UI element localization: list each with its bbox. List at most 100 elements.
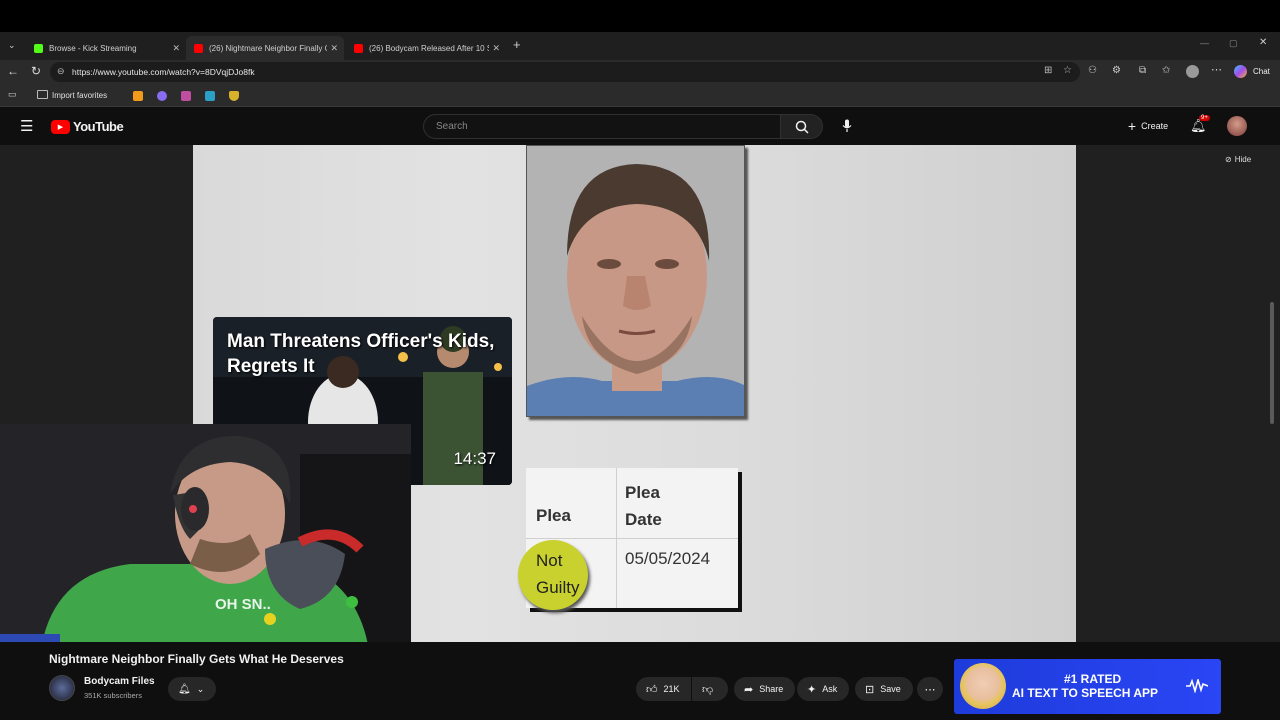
tab-nightmare-neighbor[interactable]: (26) Nightmare Neighbor Finally G ✕: [186, 36, 344, 60]
shirt-print: OH SN..: [215, 596, 271, 613]
hamburger-menu-icon[interactable]: ☰: [20, 117, 33, 135]
voice-search-button[interactable]: [836, 115, 858, 137]
minimize-icon[interactable]: —: [1200, 38, 1209, 48]
maximize-icon[interactable]: ▢: [1229, 38, 1238, 49]
app-available-icon[interactable]: ⊞: [1044, 65, 1052, 76]
share-button[interactable]: ➦ Share: [734, 677, 795, 701]
youtube-favicon-icon: [194, 43, 203, 53]
tab-kick[interactable]: Browse - Kick Streaming ✕: [26, 36, 186, 60]
bookmark-blue-icon[interactable]: [205, 91, 215, 101]
chevron-down-icon: ⌄: [196, 683, 205, 694]
refresh-icon[interactable]: ↻: [31, 64, 41, 78]
folder-icon: [37, 90, 48, 99]
youtube-header: ☰ ▶ YouTube Search + Create 🔔︎ 9+: [0, 108, 1280, 145]
notifications-button[interactable]: 🔔︎ 9+: [1190, 115, 1210, 135]
thumbs-down-icon: 👎︎: [702, 683, 714, 696]
url-text: https://www.youtube.com/watch?v=8DVqjDJo…: [72, 67, 255, 77]
bookmark-shield-icon[interactable]: [229, 91, 239, 101]
profile-avatar[interactable]: [1186, 65, 1199, 78]
import-favorites-link[interactable]: Import favorites: [52, 91, 107, 100]
subscribe-notification-button[interactable]: 🔔︎ ⌄: [168, 677, 216, 701]
cell-plea-value: Not Guilty: [536, 551, 580, 597]
back-icon[interactable]: ←: [7, 64, 19, 78]
like-count: 21K: [663, 684, 680, 694]
url-field[interactable]: ⊖ https://www.youtube.com/watch?v=8DVqjD…: [50, 62, 1080, 82]
hide-label: Hide: [1234, 155, 1252, 164]
more-menu-icon[interactable]: ⋯: [1211, 63, 1222, 76]
tab-list-icon[interactable]: ⌄: [8, 40, 16, 51]
share-icon: ➦: [744, 683, 754, 696]
close-icon[interactable]: ✕: [330, 43, 338, 54]
close-icon[interactable]: ✕: [492, 43, 500, 54]
subscriber-count: 351K subscribers: [84, 691, 142, 700]
extensions-icon[interactable]: ⚙: [1112, 65, 1121, 76]
search-placeholder: Search: [436, 121, 468, 132]
copilot-chat-label[interactable]: Chat: [1253, 67, 1270, 76]
tab-label: (26) Bodycam Released After 10 S: [369, 43, 489, 53]
close-window-icon[interactable]: ✕: [1259, 37, 1267, 48]
favorite-star-icon[interactable]: ☆: [1063, 65, 1072, 76]
more-icon: ⋯: [924, 683, 936, 696]
scrollbar-thumb[interactable]: [1270, 302, 1274, 424]
bookmarks-bar: ▭ Import favorites: [0, 84, 1280, 107]
plea-table: Plea Plea Date Not Guilty 05/05/2024: [518, 468, 738, 610]
close-icon[interactable]: ✕: [172, 43, 180, 54]
dislike-button[interactable]: 👎︎: [692, 677, 728, 701]
reading-mode-icon[interactable]: ▭: [8, 89, 17, 100]
audio-wave-icon: [1186, 679, 1208, 693]
sparkle-icon: ✦: [807, 683, 817, 696]
youtube-logo[interactable]: ▶ YouTube: [51, 119, 124, 134]
search-input[interactable]: Search: [423, 114, 781, 139]
bookmark-figure-icon[interactable]: [181, 91, 191, 101]
bell-icon: 🔔︎: [178, 683, 191, 695]
split-screen-icon[interactable]: ⧉: [1139, 65, 1146, 76]
mugshot-image: [526, 145, 745, 417]
streamer-webcam: OH SN..: [0, 424, 411, 656]
ask-button[interactable]: ✦ Ask: [797, 677, 849, 701]
ask-label: Ask: [822, 684, 838, 694]
tab-bodycam[interactable]: (26) Bodycam Released After 10 S ✕: [346, 36, 506, 60]
create-button[interactable]: + Create: [1118, 113, 1178, 139]
mugshot-portrait: [527, 146, 744, 416]
new-tab-icon[interactable]: +: [513, 37, 521, 52]
favorites-icon[interactable]: ✩: [1162, 65, 1170, 76]
save-button[interactable]: ⊡ Save: [855, 677, 913, 701]
thumbnail-duration: 14:37: [453, 449, 496, 468]
eye-off-icon: ⊘: [1225, 155, 1232, 164]
extension-icon[interactable]: ⚇: [1088, 65, 1097, 76]
kick-favicon-icon: [34, 43, 43, 53]
table-divider-horizontal: [526, 538, 738, 539]
page-scrollbar[interactable]: [1268, 290, 1276, 430]
ad-banner[interactable]: #1 RATED AI TEXT TO SPEECH APP: [954, 659, 1221, 714]
search-button[interactable]: [781, 114, 823, 139]
cell-plea-date-value: 05/05/2024: [625, 549, 711, 568]
tab-label: (26) Nightmare Neighbor Finally G: [209, 43, 327, 53]
youtube-play-icon: ▶: [51, 119, 70, 134]
ad-headline: #1 RATED: [1064, 672, 1122, 686]
header-plea-date: Plea Date: [625, 483, 662, 529]
account-avatar[interactable]: [1227, 116, 1247, 136]
webcam-scene: OH SN..: [0, 424, 411, 656]
like-button[interactable]: 👍︎ 21K: [636, 677, 691, 701]
screen-top-bar: [0, 0, 1280, 32]
video-title: Nightmare Neighbor Finally Gets What He …: [49, 652, 344, 666]
thumbs-up-icon: 👍︎: [646, 683, 658, 696]
microphone-icon: [842, 119, 852, 132]
ad-subline: AI TEXT TO SPEECH APP: [1012, 686, 1159, 700]
more-actions-button[interactable]: ⋯: [917, 677, 943, 701]
channel-name[interactable]: Bodycam Files: [84, 676, 155, 687]
rss-bookmark-icon[interactable]: [133, 91, 143, 101]
bookmark-purple-icon[interactable]: [157, 91, 167, 101]
bookmark-icon: ⊡: [865, 683, 875, 696]
browser-tab-strip: ⌄ Browse - Kick Streaming ✕ (26) Nightma…: [0, 32, 1280, 60]
video-info-section: Nightmare Neighbor Finally Gets What He …: [0, 642, 1280, 720]
ad-face-image: [960, 663, 1006, 709]
hide-chat-button[interactable]: ⊘ Hide: [1225, 155, 1251, 164]
copilot-icon[interactable]: [1234, 65, 1247, 78]
youtube-logo-text: YouTube: [73, 119, 124, 134]
site-info-icon[interactable]: ⊖: [57, 66, 65, 77]
thumbnail-title: Man Threatens Officer's Kids, Regrets It: [227, 331, 495, 377]
channel-avatar[interactable]: [49, 675, 75, 701]
save-label: Save: [880, 684, 901, 694]
browser-address-bar: ← ↻ ⊖ https://www.youtube.com/watch?v=8D…: [0, 60, 1280, 84]
